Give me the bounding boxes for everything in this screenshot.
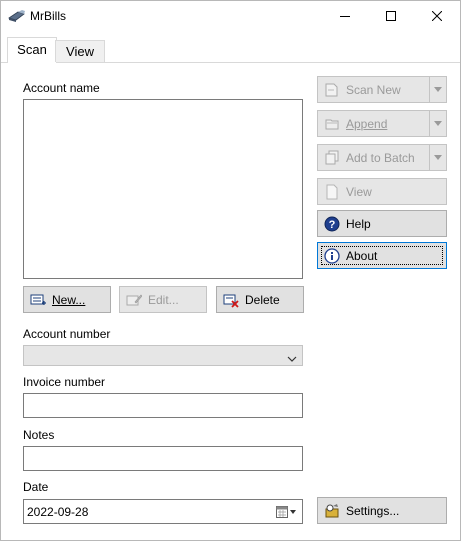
scanner-app-icon (8, 9, 26, 23)
help-button[interactable]: ? Help (317, 210, 447, 237)
edit-account-icon (126, 292, 142, 308)
notes-label: Notes (23, 428, 55, 442)
append-split-button[interactable]: Append (317, 110, 447, 137)
view-button-label: View (346, 184, 372, 199)
about-button[interactable]: About (317, 242, 447, 269)
append-label: Append (346, 116, 388, 131)
account-number-select[interactable] (23, 345, 303, 366)
title-bar[interactable]: MrBills (1, 1, 460, 31)
delete-account-icon (223, 292, 239, 308)
settings-icon (324, 503, 340, 519)
new-account-icon (30, 292, 46, 308)
append-button[interactable]: Append (318, 111, 430, 136)
tab-view[interactable]: View (55, 40, 105, 62)
minimize-button[interactable] (322, 1, 368, 31)
add-to-batch-label: Add to Batch (346, 150, 415, 165)
add-to-batch-button[interactable]: Add to Batch (318, 145, 430, 170)
dropdown-arrow-icon (434, 87, 442, 92)
new-button-label: New... (52, 292, 86, 307)
view-button[interactable]: View (317, 178, 447, 205)
delete-button-label: Delete (245, 292, 280, 307)
settings-button[interactable]: Settings... (317, 497, 447, 524)
account-name-list[interactable] (23, 99, 303, 279)
document-icon (324, 184, 340, 200)
invoice-number-label: Invoice number (23, 375, 106, 389)
date-label: Date (23, 480, 49, 494)
help-button-label: Help (346, 216, 371, 231)
focus-ring (318, 243, 446, 268)
date-value: 2022-09-28 (27, 505, 89, 519)
calendar-icon[interactable] (276, 506, 296, 521)
svg-text:?: ? (329, 219, 336, 231)
account-number-label: Account number (23, 327, 111, 341)
dropdown-arrow-icon (434, 121, 442, 126)
edit-button[interactable]: Edit... (119, 286, 207, 313)
scan-new-split-button[interactable]: Scan New (317, 76, 447, 103)
scan-new-dropdown[interactable] (429, 77, 446, 102)
scan-panel: Account name New... Edit... Delete Accou… (1, 63, 460, 540)
append-dropdown[interactable] (429, 111, 446, 136)
notes-input[interactable] (23, 446, 303, 471)
account-name-label: Account name (23, 81, 100, 95)
mrbills-window: MrBills Scan View Account name New... Ed… (0, 0, 461, 541)
dropdown-arrow-icon (434, 155, 442, 160)
scan-new-label: Scan New (346, 82, 401, 97)
date-picker[interactable]: 2022-09-28 (23, 499, 303, 524)
invoice-number-input[interactable] (23, 393, 303, 418)
add-to-batch-split-button[interactable]: Add to Batch (317, 144, 447, 171)
add-to-batch-icon (324, 150, 340, 166)
edit-button-label: Edit... (148, 292, 179, 307)
scan-new-button[interactable]: Scan New (318, 77, 430, 102)
settings-button-label: Settings... (346, 503, 400, 518)
tab-scan[interactable]: Scan (7, 37, 57, 63)
close-button[interactable] (414, 1, 460, 31)
add-to-batch-dropdown[interactable] (429, 145, 446, 170)
scan-new-icon (324, 82, 340, 98)
help-icon: ? (324, 216, 340, 232)
new-button[interactable]: New... (23, 286, 111, 313)
maximize-button[interactable] (368, 1, 414, 31)
append-icon (324, 116, 340, 132)
delete-button[interactable]: Delete (216, 286, 304, 313)
window-title: MrBills (30, 9, 66, 23)
tab-strip: Scan View (1, 37, 460, 63)
chevron-down-icon (287, 352, 297, 366)
